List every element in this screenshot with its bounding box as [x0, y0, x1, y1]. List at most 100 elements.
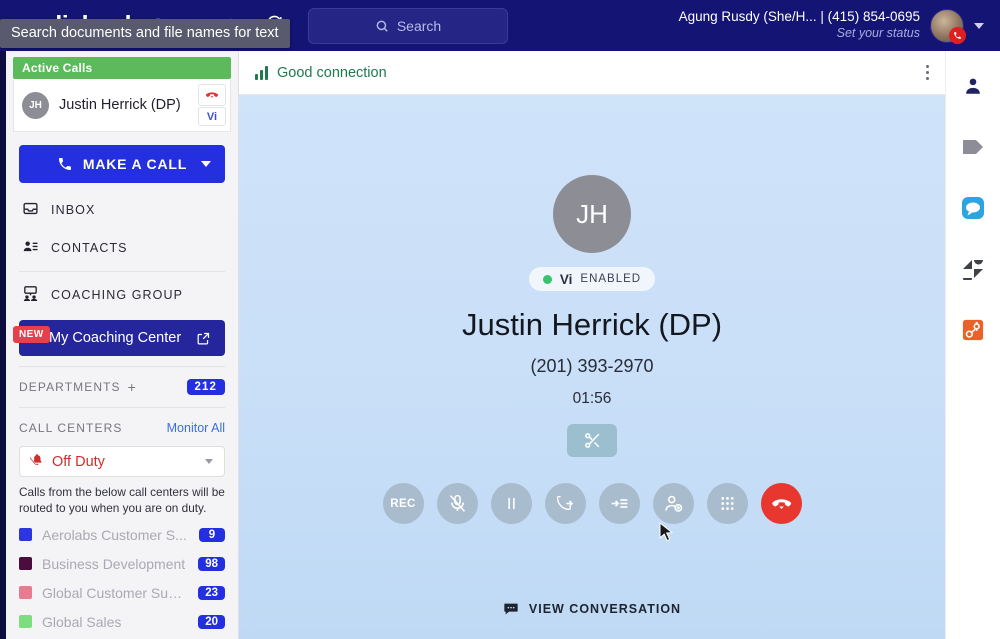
vi-badge[interactable]: Vi	[198, 107, 226, 126]
view-conversation-button[interactable]: VIEW CONVERSATION	[239, 601, 945, 617]
user-menu-chevron-icon[interactable]	[974, 22, 984, 29]
move-to-list-icon	[611, 499, 627, 508]
call-centers-list: Aerolabs Customer S... 9 Business Develo…	[6, 520, 238, 639]
call-center-count: 9	[199, 527, 225, 542]
coaching-group-icon	[22, 285, 39, 305]
search-icon	[376, 20, 388, 32]
contacts-icon	[22, 238, 39, 258]
hubspot-icon[interactable]	[960, 317, 986, 343]
call-center-name: Aerolabs Customer S...	[42, 526, 187, 543]
departments-label: DEPARTMENTS	[19, 380, 121, 394]
left-sidebar: Active Calls JH Justin Herrick (DP) Vi M…	[6, 51, 239, 639]
list-item[interactable]: Business Development 98	[6, 549, 238, 578]
active-call-actions: Vi	[198, 84, 226, 126]
call-centers-label: CALL CENTERS	[19, 421, 123, 435]
call-center-count: 23	[198, 585, 225, 600]
zendesk-icon[interactable]	[960, 256, 986, 282]
chat-app-icon[interactable]	[960, 195, 986, 221]
sidebar-divider-3	[19, 407, 225, 408]
create-clip-button[interactable]	[567, 424, 617, 457]
view-conversation-label: VIEW CONVERSATION	[528, 602, 682, 616]
connection-bar: Good connection	[239, 51, 945, 95]
more-options-icon[interactable]	[926, 65, 929, 80]
duty-status-label: Off Duty	[52, 453, 105, 470]
list-item[interactable]: Aerolabs Customer S... 9	[6, 520, 238, 549]
sidebar-item-contacts[interactable]: CONTACTS	[6, 229, 238, 267]
duty-status-select[interactable]: Off Duty	[19, 446, 225, 477]
call-controls: REC	[382, 483, 802, 524]
my-coaching-center-button[interactable]: NEW My Coaching Center	[13, 320, 225, 356]
user-name: Agung Rusdy (She/H... | (415) 854-0695	[678, 9, 920, 25]
user-menu[interactable]: Agung Rusdy (She/H... | (415) 854-0695 S…	[679, 8, 984, 44]
call-stage: JH Vi ENABLED Justin Herrick (DP) (201) …	[239, 95, 945, 639]
inbox-icon	[22, 200, 39, 220]
contact-profile-icon[interactable]	[960, 73, 986, 99]
sidebar-item-label: COACHING GROUP	[51, 288, 184, 302]
caller-avatar: JH	[553, 175, 631, 253]
search-placeholder: Search	[396, 17, 442, 34]
routing-note: Calls from the below call centers will b…	[19, 485, 225, 515]
mute-button[interactable]	[436, 483, 478, 524]
user-info: Agung Rusdy (She/H... | (415) 854-0695 S…	[679, 9, 920, 42]
sidebar-divider-2	[19, 366, 225, 367]
duty-chevron-icon[interactable]	[205, 459, 213, 464]
caller-name: Justin Herrick (DP)	[461, 307, 723, 342]
active-call-badge-icon	[949, 26, 966, 44]
caller-number: (201) 393-2970	[530, 356, 654, 376]
list-item[interactable]: Global Customer Sup... 23	[6, 578, 238, 607]
phone-transfer-icon	[556, 496, 573, 511]
call-center-color-swatch	[19, 528, 32, 542]
call-center-name: Business Development	[42, 555, 186, 572]
call-centers-section: CALL CENTERS Monitor All	[6, 412, 238, 444]
add-participant-button[interactable]	[652, 483, 694, 524]
sidebar-item-inbox[interactable]: INBOX	[6, 191, 238, 229]
record-button[interactable]: REC	[382, 483, 424, 524]
monitor-all-link[interactable]: Monitor All	[167, 421, 225, 435]
hangup-icon[interactable]	[198, 84, 226, 106]
right-icon-rail	[945, 51, 1000, 639]
active-call-name: Justin Herrick (DP)	[59, 97, 181, 113]
departments-count: 212	[186, 379, 225, 395]
hold-button[interactable]	[490, 483, 532, 524]
call-center-name: Global Customer Sup...	[42, 584, 187, 601]
make-a-call-button[interactable]: MAKE A CALL	[19, 145, 225, 183]
make-a-call-chevron-icon[interactable]	[201, 161, 211, 167]
vi-status-dot-icon	[542, 274, 552, 284]
external-link-icon	[196, 331, 211, 346]
connection-status: Good connection	[277, 64, 387, 81]
tag-icon[interactable]	[960, 134, 986, 160]
keypad-button[interactable]	[706, 483, 748, 524]
sidebar-item-label: INBOX	[51, 203, 96, 217]
record-label: REC	[390, 497, 416, 510]
user-status[interactable]: Set your status	[679, 26, 920, 42]
signal-bars-icon	[255, 65, 268, 80]
end-call-icon	[771, 499, 791, 510]
new-badge: NEW	[13, 326, 50, 343]
vi-status-badge: Vi ENABLED	[528, 267, 656, 291]
app-body: Active Calls JH Justin Herrick (DP) Vi M…	[0, 51, 1000, 639]
dialpad-app-window: dialpad Search	[0, 0, 1000, 639]
keypad-icon	[720, 497, 734, 510]
call-center-color-swatch	[19, 586, 32, 600]
vi-state-label: ENABLED	[580, 273, 642, 285]
move-to-queue-button[interactable]	[598, 483, 640, 524]
list-item[interactable]: Global Sales 20	[6, 607, 238, 636]
transfer-button[interactable]	[544, 483, 586, 524]
phone-icon	[58, 158, 71, 170]
make-a-call-label: MAKE A CALL	[82, 156, 188, 172]
departments-section[interactable]: DEPARTMENTS + 212	[6, 371, 238, 403]
call-panel: Good connection JH Vi ENABLED Justin Her…	[239, 51, 945, 639]
vi-label: Vi	[559, 271, 573, 287]
call-center-count: 20	[198, 614, 225, 629]
sidebar-divider	[19, 271, 225, 272]
conversation-icon	[504, 603, 518, 615]
avatar[interactable]	[930, 8, 966, 44]
call-center-name: Global Sales	[42, 613, 122, 630]
add-department-icon[interactable]: +	[128, 379, 137, 395]
active-call-item[interactable]: JH Justin Herrick (DP) Vi	[13, 79, 231, 132]
search-input[interactable]: Search	[308, 7, 509, 44]
active-call-avatar: JH	[22, 91, 49, 119]
sidebar-item-coaching-group[interactable]: COACHING GROUP	[6, 276, 238, 314]
mouse-cursor	[659, 521, 674, 548]
end-call-button[interactable]	[760, 483, 802, 524]
